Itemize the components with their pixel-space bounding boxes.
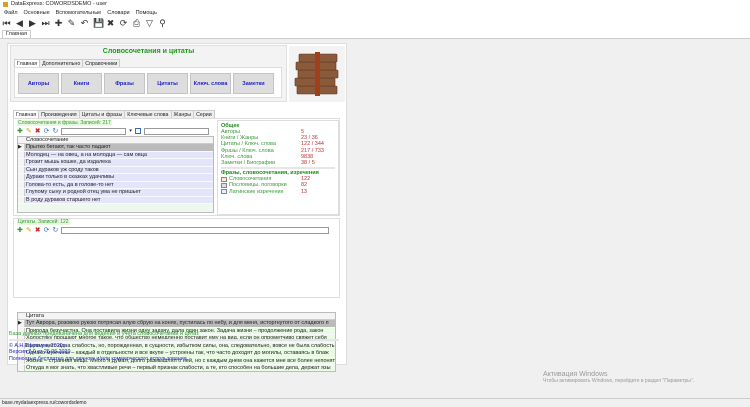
license: Полностью бесплатно для личного и/или ко… bbox=[9, 355, 189, 362]
windows-activation-watermark: Активация Windows Чтобы активировать Win… bbox=[543, 371, 695, 384]
books-image bbox=[289, 46, 345, 102]
menu-help[interactable]: Помощь bbox=[136, 10, 157, 16]
phrases-button[interactable]: Фразы bbox=[104, 73, 145, 94]
stat-label-text: Латинские изречения bbox=[229, 188, 284, 195]
stats-panel: Общее Авторы 5 Книги / Жанры 23 / 36 Цитаты … bbox=[217, 120, 339, 215]
quotes-button[interactable]: Цитаты bbox=[147, 73, 188, 94]
table-row[interactable]: Молодец — на овец, а на молодца — сам ов… bbox=[18, 151, 213, 159]
color-swatch bbox=[221, 182, 227, 188]
last-icon[interactable]: ⏭ bbox=[41, 18, 50, 28]
column-header[interactable]: Словосочетание bbox=[18, 137, 213, 144]
tab-main[interactable]: Главная bbox=[2, 30, 31, 38]
add-icon[interactable]: ✚ bbox=[17, 226, 23, 234]
menu-main[interactable]: Основные bbox=[24, 10, 50, 16]
title-bar: DataExpress: COWORDSDEMO - user bbox=[0, 0, 750, 8]
stat-row: Латинские изречения 13 bbox=[221, 189, 335, 195]
credits: © А.Н.Ефремов, 2020 г. Версия 2.0 от 25.… bbox=[9, 343, 188, 362]
menu-file[interactable]: Файл bbox=[4, 10, 18, 16]
stat-label-text: Заметки / Биографии bbox=[221, 159, 276, 166]
keywords-button[interactable]: Ключ. слова bbox=[190, 73, 231, 94]
books-button[interactable]: Книги bbox=[61, 73, 102, 94]
quotes-search-input[interactable] bbox=[61, 226, 330, 234]
header-panel: Словосочетания и цитаты Главная Дополнит… bbox=[10, 45, 287, 102]
redo-icon[interactable]: ↻ bbox=[53, 127, 59, 135]
table-row[interactable]: Глупому сыну и родной отец ума не пришье… bbox=[18, 189, 213, 197]
dropdown-icon[interactable]: ▾ bbox=[129, 128, 132, 134]
table-row[interactable]: Дураки только в сказках удачливы bbox=[18, 174, 213, 182]
stat-label: Латинские изречения bbox=[221, 189, 301, 195]
quotes-toolbar: ✚ ✎ ✖ ⟳ ↻ bbox=[17, 226, 337, 234]
color-swatch bbox=[221, 176, 227, 182]
print-icon[interactable]: ⎙ bbox=[132, 18, 141, 28]
table-row[interactable]: Сын дураков уж сроду таков bbox=[18, 166, 213, 174]
menu-aux[interactable]: Вспомогательные bbox=[56, 10, 102, 16]
quotes-grid: Цитата Тут Аврора, розовою рукою потряса… bbox=[17, 312, 336, 372]
first-icon[interactable]: ⏮ bbox=[2, 18, 11, 28]
stat-value: 38 / 5 bbox=[301, 159, 315, 166]
delete-icon[interactable]: ✖ bbox=[35, 127, 41, 135]
table-row[interactable]: В роду дураков старшего нет bbox=[18, 196, 213, 204]
phrases-filter-input[interactable] bbox=[143, 127, 209, 135]
color-swatch bbox=[221, 189, 227, 195]
next-icon[interactable]: ▶ bbox=[28, 18, 37, 28]
delete-icon[interactable]: ✖ bbox=[106, 18, 115, 28]
page-title: Словосочетания и цитаты bbox=[102, 48, 195, 55]
refresh-icon[interactable]: ⟳ bbox=[44, 226, 50, 234]
stat-label: Заметки / Биографии bbox=[221, 160, 301, 166]
phrases-label: Словосочетания и фразы. Записей: 217 bbox=[17, 120, 112, 126]
add-icon[interactable]: ✚ bbox=[17, 127, 23, 135]
save-icon[interactable]: 💾 bbox=[93, 18, 104, 28]
add-icon[interactable]: ✚ bbox=[54, 18, 63, 28]
stat-value: 13 bbox=[301, 188, 308, 195]
notes-button[interactable]: Заметки bbox=[233, 73, 274, 94]
table-row[interactable]: Тут Аврора, розовою рукою потрясая алую … bbox=[18, 320, 335, 328]
table-row[interactable]: Откуда я мог знать, что хвастливые речи … bbox=[18, 365, 335, 371]
menu-bar: Файл Основные Вспомогательные Словари Помощь bbox=[0, 8, 157, 17]
calendar-icon[interactable] bbox=[134, 128, 141, 134]
status-bar: base.mydataexpress.ru/cowordsdemo bbox=[0, 398, 750, 407]
redo-icon[interactable]: ↻ bbox=[53, 226, 59, 234]
phrases-grid: Словосочетание Прытко бегают, так часто … bbox=[17, 136, 214, 213]
table-row[interactable]: Прытко бегают, так часто падают bbox=[18, 144, 213, 152]
column-header[interactable]: Цитата bbox=[18, 313, 335, 320]
menu-dicts[interactable]: Словари bbox=[107, 10, 129, 16]
toolbar: ⏮ ◀ ▶ ⏭ ✚ ✎ ↶ 💾 ✖ ⟳ ⎙ ▽ ⚲ bbox=[2, 17, 167, 28]
divider bbox=[9, 339, 339, 341]
stat-row: Заметки / Биографии 38 / 5 bbox=[221, 160, 335, 166]
refresh-icon[interactable]: ⟳ bbox=[44, 127, 50, 135]
phrases-toolbar: ✚ ✎ ✖ ⟳ ↻ ▾ bbox=[17, 127, 215, 135]
edit-icon[interactable]: ✎ bbox=[67, 18, 76, 28]
filter-icon[interactable]: ▽ bbox=[145, 18, 154, 28]
refresh-icon[interactable]: ⟳ bbox=[119, 18, 128, 28]
app-icon bbox=[3, 1, 8, 7]
window-title: DataExpress: COWORDSDEMO - user bbox=[11, 1, 107, 7]
quotes-label: Цитаты. Записей: 122 bbox=[17, 219, 70, 225]
undo-icon[interactable]: ↶ bbox=[80, 18, 89, 28]
delete-icon[interactable]: ✖ bbox=[35, 226, 41, 234]
edit-icon[interactable]: ✎ bbox=[26, 226, 32, 234]
table-row[interactable]: Грозит мышь кошке, да издалека bbox=[18, 159, 213, 167]
search-icon[interactable]: ⚲ bbox=[158, 18, 167, 28]
prev-icon[interactable]: ◀ bbox=[15, 18, 24, 28]
db-description: База данных предназначена для ведения и … bbox=[9, 331, 200, 337]
nav-buttons: Авторы Книги Фразы Цитаты Ключ. слова За… bbox=[14, 67, 282, 98]
edit-icon[interactable]: ✎ bbox=[26, 127, 32, 135]
authors-button[interactable]: Авторы bbox=[18, 73, 59, 94]
phrases-search-input[interactable] bbox=[61, 127, 127, 135]
table-row[interactable]: Голова-то есть, да в голове-то нет bbox=[18, 181, 213, 189]
